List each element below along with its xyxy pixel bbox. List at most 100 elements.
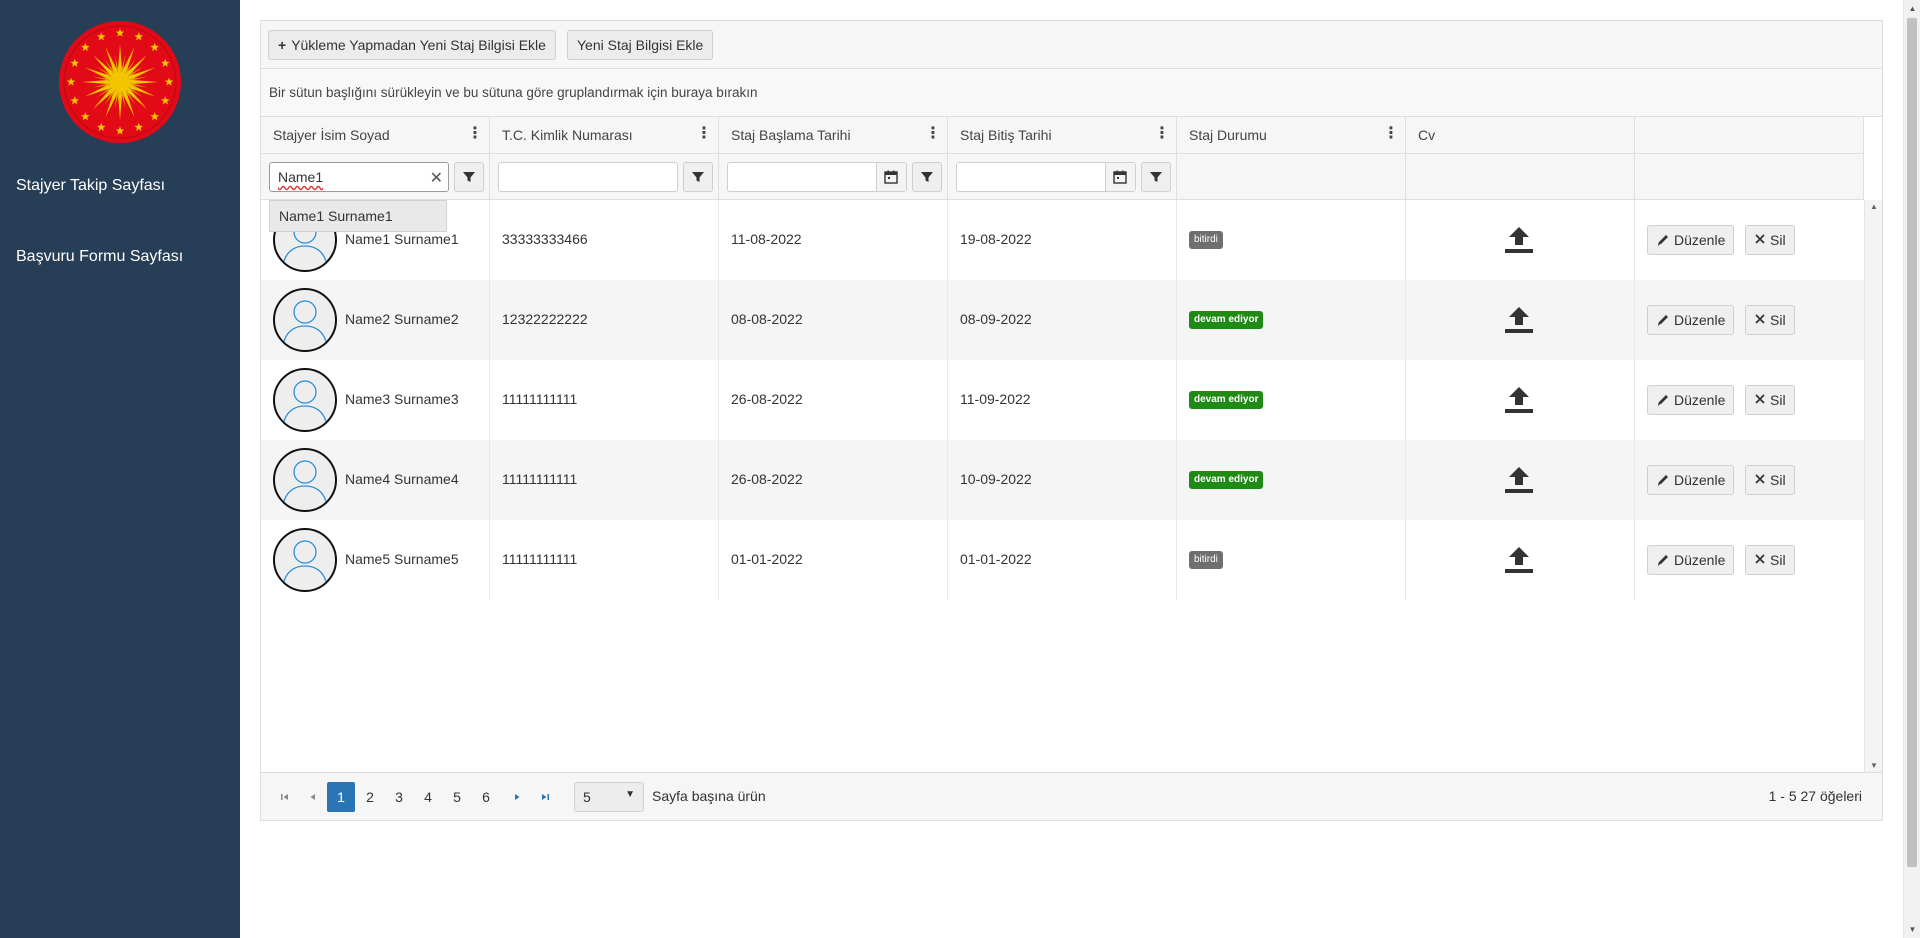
page-number-2[interactable]: 2 (356, 782, 384, 812)
intern-name: Name3 Surname3 (345, 391, 459, 407)
avatar (273, 288, 337, 352)
grid-toolbar: + Yükleme Yapmadan Yeni Staj Bilgisi Ekle… (261, 21, 1882, 69)
start-date: 08-08-2022 (731, 311, 803, 327)
name-cell: Name4 Surname4 (261, 440, 490, 520)
start-date: 26-08-2022 (731, 471, 803, 487)
delete-button[interactable]: Sil (1745, 225, 1795, 255)
cv-cell (1406, 200, 1635, 280)
end-date: 01-01-2022 (960, 551, 1032, 567)
filter-button[interactable] (912, 162, 942, 192)
status-cell: bitirdi (1177, 520, 1406, 600)
column-menu-icon[interactable]: ⋮ (696, 124, 712, 144)
column-header-end-date[interactable]: Staj Bitiş Tarihi ⋮ (948, 117, 1177, 153)
status-badge: bitirdi (1189, 551, 1223, 569)
column-header-start-date[interactable]: Staj Başlama Tarihi ⋮ (719, 117, 948, 153)
user-avatar-icon (282, 300, 328, 347)
column-title: T.C. Kimlik Numarası (502, 127, 633, 143)
filter-button[interactable] (683, 162, 713, 192)
scroll-up-icon[interactable]: ▲ (1904, 0, 1920, 17)
page-number-3[interactable]: 3 (385, 782, 413, 812)
table-row[interactable]: Name1 Surname1 33333333466 11-08-2022 19-08… (261, 200, 1864, 280)
end-date-cell: 01-01-2022 (948, 520, 1177, 600)
add-without-upload-button[interactable]: + Yükleme Yapmadan Yeni Staj Bilgisi Ekle (268, 30, 556, 60)
status-badge: devam ediyor (1189, 471, 1264, 489)
cv-upload-button[interactable] (1503, 305, 1535, 335)
start-date: 26-08-2022 (731, 391, 803, 407)
edit-button[interactable]: Düzenle (1647, 545, 1735, 575)
status-badge: bitirdi (1189, 231, 1223, 249)
column-title: Staj Bitiş Tarihi (960, 127, 1052, 143)
page-number-4[interactable]: 4 (414, 782, 442, 812)
pencil-icon (1657, 475, 1668, 486)
edit-button[interactable]: Düzenle (1647, 225, 1735, 255)
delete-button[interactable]: Sil (1745, 465, 1795, 495)
column-menu-icon[interactable]: ⋮ (467, 124, 483, 144)
filter-button[interactable] (454, 162, 484, 192)
end-date: 08-09-2022 (960, 311, 1032, 327)
scroll-down-icon[interactable]: ▼ (1904, 921, 1920, 938)
previous-page-icon[interactable] (305, 789, 321, 805)
sidebar-item-basvuru-formu[interactable]: Başvuru Formu Sayfası (16, 248, 183, 266)
edit-button[interactable]: Düzenle (1647, 305, 1735, 335)
pager: 123456 5 ▼ Sayfa başına ürün 1 - 5 27 öğ… (261, 772, 1882, 820)
first-page-icon[interactable] (277, 789, 293, 805)
column-header-tc[interactable]: T.C. Kimlik Numarası ⋮ (490, 117, 719, 153)
next-page-icon[interactable] (509, 789, 525, 805)
filter-button[interactable] (1141, 162, 1171, 192)
sidebar-item-stajyer-takip[interactable]: Stajyer Takip Sayfası (16, 177, 165, 195)
table-row[interactable]: Name5 Surname5 11111111111 01-01-2022 01-01… (261, 520, 1864, 600)
upload-icon (1505, 467, 1533, 493)
start-date-filter-input[interactable] (727, 162, 907, 192)
end-date: 11-09-2022 (960, 391, 1031, 407)
filter-cell-end-date (948, 154, 1177, 199)
column-menu-icon[interactable]: ⋮ (1154, 124, 1170, 144)
cv-upload-button[interactable] (1503, 225, 1535, 255)
cv-upload-button[interactable] (1503, 385, 1535, 415)
delete-button[interactable]: Sil (1745, 305, 1795, 335)
close-icon (1755, 554, 1765, 564)
end-date-cell: 11-09-2022 (948, 360, 1177, 440)
tc-filter-input[interactable] (498, 162, 678, 192)
last-page-icon[interactable] (537, 789, 553, 805)
actions-cell: Düzenle Sil (1635, 520, 1864, 600)
actions-cell: Düzenle Sil (1635, 200, 1864, 280)
cv-upload-button[interactable] (1503, 545, 1535, 575)
cv-cell (1406, 520, 1635, 600)
page-number-6[interactable]: 6 (472, 782, 500, 812)
name-cell: Name3 Surname3 (261, 360, 490, 440)
clear-icon[interactable]: ✕ (430, 168, 443, 188)
autocomplete-suggestion[interactable]: Name1 Surname1 (269, 200, 447, 232)
page-scrollbar[interactable]: ▲ ▼ (1903, 0, 1920, 938)
page-number-1[interactable]: 1 (327, 782, 355, 812)
scrollbar-thumb[interactable] (1907, 18, 1917, 867)
delete-button[interactable]: Sil (1745, 385, 1795, 415)
page-number-5[interactable]: 5 (443, 782, 471, 812)
column-menu-icon[interactable]: ⋮ (925, 124, 941, 144)
intern-name: Name1 Surname1 (345, 231, 459, 247)
table-row[interactable]: Name3 Surname3 11111111111 26-08-2022 11-09… (261, 360, 1864, 440)
page-size-value: 5 (583, 789, 591, 805)
scroll-down-icon[interactable]: ▼ (1865, 761, 1883, 770)
table-row[interactable]: Name4 Surname4 11111111111 26-08-2022 10-09… (261, 440, 1864, 520)
column-header-name[interactable]: Stajyer İsim Soyad ⋮ (261, 117, 490, 153)
edit-button[interactable]: Düzenle (1647, 385, 1735, 415)
delete-button[interactable]: Sil (1745, 545, 1795, 575)
calendar-button[interactable] (876, 163, 906, 191)
cv-upload-button[interactable] (1503, 465, 1535, 495)
page-size-select[interactable]: 5 ▼ (574, 782, 644, 812)
status-cell: bitirdi (1177, 200, 1406, 280)
column-menu-icon[interactable]: ⋮ (1383, 124, 1399, 144)
grid-scrollbar[interactable]: ▲ ▼ (1864, 200, 1882, 772)
table-row[interactable]: Name2 Surname2 12322222222 08-08-2022 08-09… (261, 280, 1864, 360)
scroll-up-icon[interactable]: ▲ (1865, 202, 1883, 211)
group-drop-area[interactable]: Bir sütun başlığını sürükleyin ve bu süt… (261, 69, 1882, 117)
column-header-cv[interactable]: Cv (1406, 117, 1635, 153)
calendar-button[interactable] (1105, 163, 1135, 191)
cv-cell (1406, 440, 1635, 520)
end-date-filter-input[interactable] (956, 162, 1136, 192)
name-filter-input[interactable]: Name1 ✕ (269, 162, 449, 192)
user-avatar-icon (282, 540, 328, 587)
edit-button[interactable]: Düzenle (1647, 465, 1735, 495)
add-internship-button[interactable]: Yeni Staj Bilgisi Ekle (567, 30, 714, 60)
column-header-status[interactable]: Staj Durumu ⋮ (1177, 117, 1406, 153)
